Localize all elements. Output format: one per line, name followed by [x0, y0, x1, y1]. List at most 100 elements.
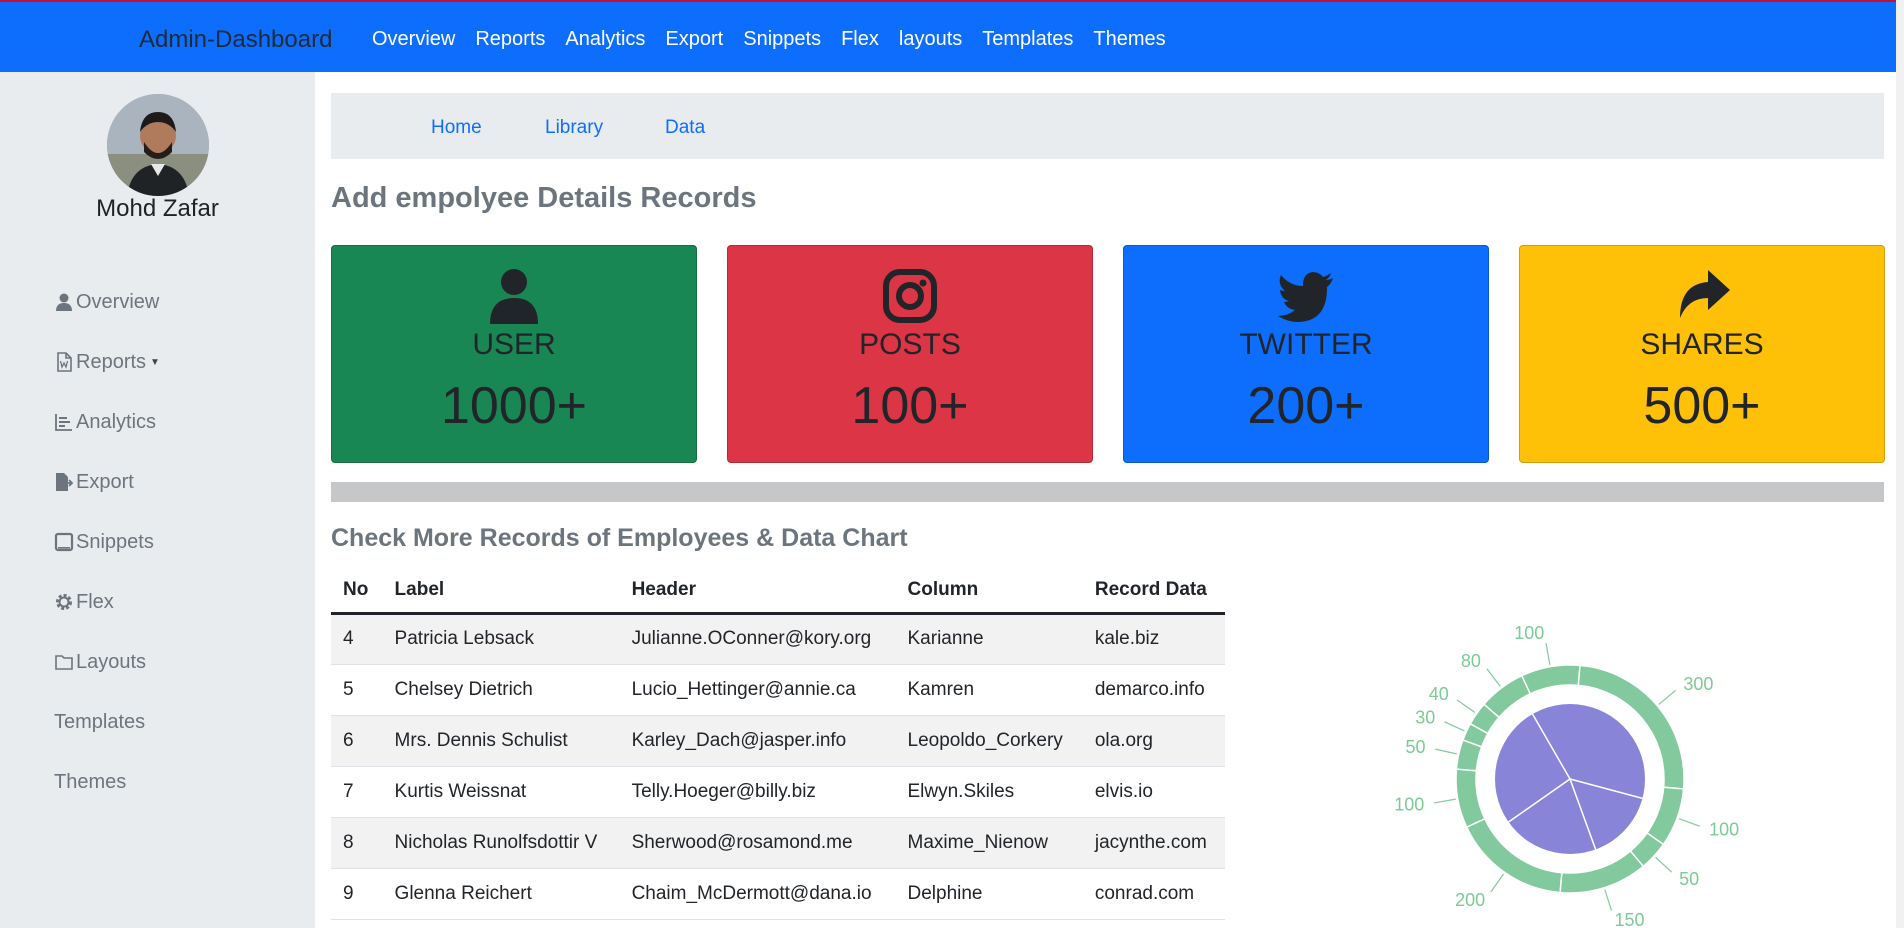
- table-cell: 9: [331, 868, 383, 920]
- sidebar-item-templates[interactable]: Templates: [54, 692, 160, 752]
- sidebar-item-label: Reports: [76, 350, 147, 373]
- label-line: [1604, 889, 1613, 911]
- data-label: 100: [1514, 623, 1544, 643]
- nav-link-templates[interactable]: Templates: [982, 28, 1073, 51]
- data-label: 300: [1683, 674, 1713, 694]
- sidebar-item-layouts[interactable]: Layouts: [54, 632, 160, 692]
- table-row: 4 Patricia Lebsack Julianne.OConner@kory…: [331, 613, 1225, 665]
- sidebar-item-analytics[interactable]: Analytics: [54, 392, 160, 452]
- bar-chart-icon: [55, 414, 72, 431]
- sidebar-item-label: Layouts: [76, 650, 147, 673]
- sidebar-item-themes[interactable]: Themes: [54, 752, 160, 812]
- data-label: 50: [1679, 869, 1699, 889]
- table-cell: Karianne: [895, 613, 1083, 665]
- sidebar-item-flex[interactable]: Flex: [54, 572, 160, 632]
- stat-label: SHARES: [1640, 328, 1764, 361]
- chevron-down-icon: ▼: [150, 356, 160, 368]
- stat-card-posts: POSTS 100+: [727, 245, 1093, 463]
- nav-link-flex[interactable]: Flex: [841, 28, 879, 51]
- nav-link-themes[interactable]: Themes: [1093, 28, 1165, 51]
- table-cell: conrad.com: [1082, 868, 1225, 920]
- table-cell: ola.org: [1082, 715, 1225, 767]
- table-cell: 7: [331, 766, 383, 818]
- table-cell: Karley_Dach@jasper.info: [619, 715, 896, 767]
- label-line: [1433, 798, 1456, 804]
- table-cell: Sherwood@rosamond.me: [619, 817, 896, 869]
- label-line: [1490, 873, 1504, 893]
- table-cell: Lucio_Hettinger@annie.ca: [619, 664, 896, 716]
- sidebar-item-export[interactable]: Export: [54, 452, 160, 512]
- nav-link-snippets[interactable]: Snippets: [743, 28, 821, 51]
- column-header-no: No: [331, 568, 383, 615]
- nav-link-reports[interactable]: Reports: [475, 28, 545, 51]
- data-label: 100: [1394, 795, 1424, 815]
- tablet-icon: [54, 532, 74, 552]
- table-cell: jacynthe.com: [1082, 817, 1225, 869]
- table-cell: Leopoldo_Corkery: [895, 715, 1083, 767]
- outer-ring-segment[interactable]: [1482, 674, 1532, 719]
- user-icon: [490, 269, 538, 324]
- sidebar-item-label: Snippets: [76, 530, 154, 553]
- sidebar: Mohd Zafar Overview Reports ▼ Analytics …: [0, 72, 315, 928]
- scrollbar[interactable]: [1896, 0, 1904, 928]
- table-cell: Kamren: [895, 664, 1083, 716]
- donut-chart: 300 100 50 150 200 100 50 30 40 80 100: [1394, 623, 1739, 928]
- brand-title[interactable]: Admin-Dashboard: [139, 26, 332, 54]
- breadcrumb-library[interactable]: Library: [545, 117, 603, 139]
- sidebar-item-label: Themes: [54, 770, 127, 793]
- outer-ring-segment[interactable]: [1559, 849, 1645, 894]
- table-cell: Nicholas Runolfsdottir V: [382, 817, 620, 869]
- column-header-label: Label: [382, 568, 620, 615]
- table-cell: demarco.info: [1082, 664, 1225, 716]
- table-row: 7 Kurtis Weissnat Telly.Hoeger@billy.biz…: [331, 766, 1225, 818]
- instagram-icon: [883, 269, 937, 323]
- avatar: [107, 94, 209, 196]
- stat-card-user: USER 1000+: [331, 245, 697, 463]
- outer-ring-segment[interactable]: [1645, 786, 1685, 846]
- table-cell: 8: [331, 817, 383, 869]
- stat-card-shares: SHARES 500+: [1519, 245, 1885, 463]
- table-cell: Delphine: [895, 868, 1083, 920]
- table-cell: 4: [331, 613, 383, 665]
- table-cell: kale.biz: [1082, 613, 1225, 665]
- outer-ring-segment[interactable]: [1455, 768, 1486, 829]
- table-cell: Chaim_McDermott@dana.io: [619, 868, 896, 920]
- table-row: 9 Glenna Reichert Chaim_McDermott@dana.i…: [331, 868, 1225, 920]
- table-cell: Julianne.OConner@kory.org: [619, 613, 896, 665]
- table-cell: Telly.Hoeger@billy.biz: [619, 766, 896, 818]
- share-icon: [1680, 270, 1730, 318]
- sidebar-item-label: Flex: [76, 590, 114, 613]
- data-label: 80: [1461, 651, 1481, 671]
- nav-link-layouts[interactable]: layouts: [899, 28, 962, 51]
- user-name: Mohd Zafar: [96, 195, 219, 222]
- sidebar-item-label: Overview: [76, 290, 160, 313]
- stat-value: 1000+: [440, 377, 588, 435]
- stat-label: TWITTER: [1239, 328, 1373, 361]
- nav-link-export[interactable]: Export: [665, 28, 723, 51]
- table-row: 8 Nicholas Runolfsdottir V Sherwood@rosa…: [331, 817, 1225, 869]
- data-label: 40: [1429, 684, 1449, 704]
- nav-link-analytics[interactable]: Analytics: [565, 28, 645, 51]
- label-line: [1435, 748, 1457, 755]
- sidebar-menu: Overview Reports ▼ Analytics Export Snip…: [54, 272, 160, 812]
- label-line: [1444, 721, 1465, 732]
- label-line: [1456, 699, 1476, 713]
- sidebar-item-snippets[interactable]: Snippets: [54, 512, 160, 572]
- table-cell: Maxime_Nienow: [895, 817, 1083, 869]
- table-cell: Kurtis Weissnat: [382, 766, 620, 818]
- sidebar-item-overview[interactable]: Overview: [54, 272, 160, 332]
- data-label: 200: [1455, 890, 1485, 910]
- stat-value: 100+: [851, 377, 969, 435]
- breadcrumb-home[interactable]: Home: [431, 117, 482, 139]
- table-cell: Chelsey Dietrich: [382, 664, 620, 716]
- sidebar-item-reports[interactable]: Reports ▼: [54, 332, 160, 392]
- stat-card-twitter: TWITTER 200+: [1123, 245, 1489, 463]
- column-header-header: Header: [619, 568, 896, 615]
- nav-link-overview[interactable]: Overview: [372, 28, 455, 51]
- table-cell: 5: [331, 664, 383, 716]
- stat-value: 500+: [1643, 377, 1761, 435]
- outer-ring-segment[interactable]: [1520, 664, 1581, 695]
- nav-links: Overview Reports Analytics Export Snippe…: [372, 28, 1166, 51]
- breadcrumb-data[interactable]: Data: [665, 117, 705, 139]
- user-icon: [56, 293, 72, 311]
